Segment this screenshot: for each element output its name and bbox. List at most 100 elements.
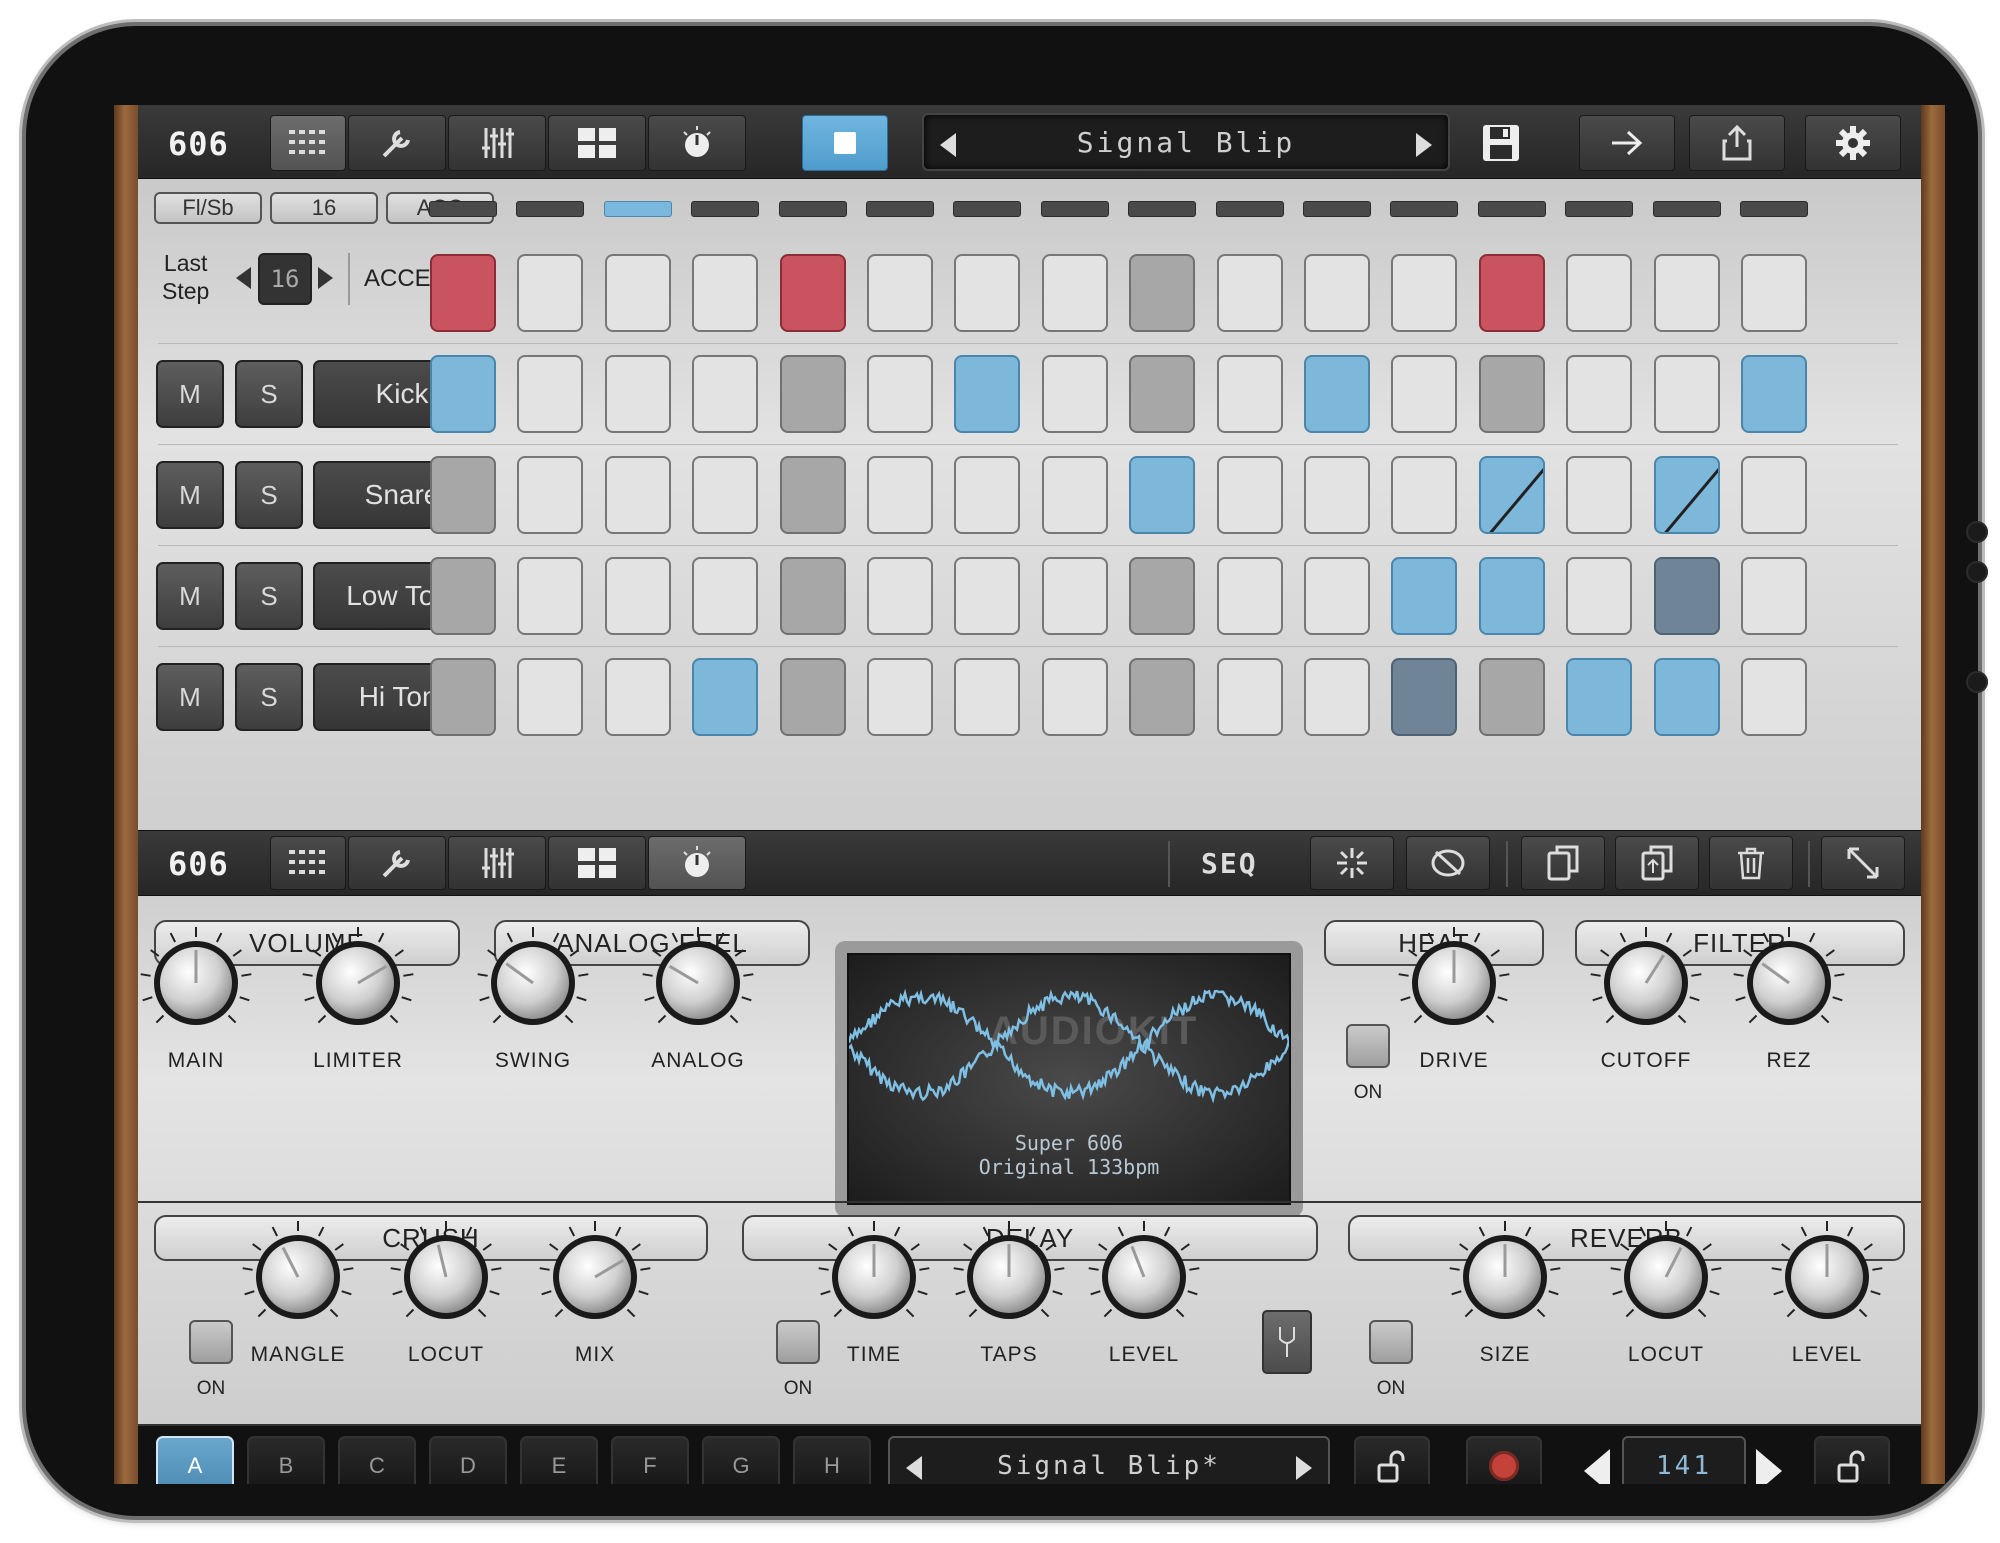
- step-button[interactable]: [779, 658, 846, 736]
- step-button[interactable]: [1566, 557, 1633, 635]
- step-button[interactable]: [1478, 658, 1545, 736]
- bottom-next-pattern-arrow[interactable]: [1296, 1456, 1312, 1480]
- crush-mangle-knob[interactable]: [239, 1218, 357, 1336]
- step-button[interactable]: [1129, 254, 1196, 332]
- step-button[interactable]: [954, 355, 1021, 433]
- clear-pattern-button[interactable]: [1406, 836, 1490, 890]
- heat-drive-knob[interactable]: [1395, 924, 1513, 1042]
- delete-button[interactable]: [1709, 836, 1793, 890]
- step-button[interactable]: [1653, 456, 1720, 534]
- prev-pattern-arrow[interactable]: [940, 133, 956, 157]
- solo-button[interactable]: S: [235, 360, 303, 428]
- step-button[interactable]: [1129, 355, 1196, 433]
- reverb-on-switch[interactable]: [1369, 1320, 1413, 1364]
- reverb-locut-knob[interactable]: [1607, 1218, 1725, 1336]
- tab-mixer[interactable]: [448, 115, 546, 171]
- step-button[interactable]: [604, 456, 671, 534]
- delay-sync-button[interactable]: [1262, 1310, 1312, 1374]
- filter-cutoff-knob[interactable]: [1587, 924, 1705, 1042]
- step-button[interactable]: [1653, 658, 1720, 736]
- step-button[interactable]: [1041, 355, 1108, 433]
- step-button[interactable]: [517, 658, 584, 736]
- step-button[interactable]: [1216, 557, 1283, 635]
- step-button[interactable]: [692, 254, 759, 332]
- step-button[interactable]: [1478, 254, 1545, 332]
- analog-analog-knob[interactable]: [639, 924, 757, 1042]
- tab-sequencer[interactable]: [270, 115, 346, 171]
- step-button[interactable]: [1741, 254, 1807, 332]
- step-button[interactable]: [1741, 658, 1807, 736]
- step-button[interactable]: [1566, 456, 1633, 534]
- step-button[interactable]: [779, 557, 846, 635]
- step-button[interactable]: [867, 456, 933, 534]
- step-button[interactable]: [954, 456, 1021, 534]
- crush-locut-knob[interactable]: [387, 1218, 505, 1336]
- save-button[interactable]: [1481, 123, 1521, 168]
- step-button[interactable]: [430, 658, 496, 736]
- step-button[interactable]: [1478, 557, 1545, 635]
- step-button[interactable]: [1216, 658, 1283, 736]
- reverb-size-knob[interactable]: [1446, 1218, 1564, 1336]
- tempo-increment[interactable]: [1756, 1449, 1782, 1484]
- step-button[interactable]: [1041, 658, 1108, 736]
- step-button[interactable]: [867, 355, 933, 433]
- step-button[interactable]: [1391, 355, 1458, 433]
- mute-button[interactable]: M: [156, 562, 224, 630]
- last-step-decrement[interactable]: [236, 267, 251, 289]
- step-button[interactable]: [604, 658, 671, 736]
- record-button[interactable]: [1466, 1436, 1542, 1484]
- step-button[interactable]: [1741, 355, 1807, 433]
- step-button[interactable]: [1391, 557, 1458, 635]
- tab-edit[interactable]: [348, 115, 446, 171]
- step-button[interactable]: [430, 557, 496, 635]
- step-button[interactable]: [1304, 456, 1370, 534]
- step-button[interactable]: [1391, 658, 1458, 736]
- step-button[interactable]: [867, 254, 933, 332]
- mute-button[interactable]: M: [156, 360, 224, 428]
- solo-button[interactable]: S: [235, 562, 303, 630]
- delay-time-knob[interactable]: [815, 1218, 933, 1336]
- solo-button[interactable]: S: [235, 461, 303, 529]
- step-button[interactable]: [1041, 456, 1108, 534]
- share-button[interactable]: [1689, 115, 1785, 171]
- step-button[interactable]: [779, 355, 846, 433]
- step-button[interactable]: [430, 456, 496, 534]
- paste-button[interactable]: [1615, 836, 1699, 890]
- step-button[interactable]: [1216, 254, 1283, 332]
- solo-button[interactable]: S: [235, 663, 303, 731]
- step-button[interactable]: [430, 254, 496, 332]
- step-button[interactable]: [779, 254, 846, 332]
- pattern-button-g[interactable]: G: [702, 1436, 780, 1484]
- bottom-prev-pattern-arrow[interactable]: [906, 1456, 922, 1480]
- step-button[interactable]: [517, 254, 584, 332]
- tab-mixer-2[interactable]: [448, 836, 546, 890]
- step-button[interactable]: [1129, 456, 1196, 534]
- analog-swing-knob[interactable]: [474, 924, 592, 1042]
- crush-mix-knob[interactable]: [536, 1218, 654, 1336]
- steps-button[interactable]: 16: [270, 192, 378, 224]
- step-button[interactable]: [1478, 355, 1545, 433]
- step-button[interactable]: [779, 456, 846, 534]
- last-step-increment[interactable]: [318, 267, 333, 289]
- pattern-lock-button[interactable]: [1354, 1436, 1430, 1484]
- step-button[interactable]: [867, 557, 933, 635]
- step-button[interactable]: [1391, 456, 1458, 534]
- step-button[interactable]: [517, 355, 584, 433]
- volume-limiter-knob[interactable]: [299, 924, 417, 1042]
- reverb-level-knob[interactable]: [1768, 1218, 1886, 1336]
- step-button[interactable]: [1391, 254, 1458, 332]
- pattern-button-a[interactable]: A: [156, 1436, 234, 1484]
- step-button[interactable]: [1129, 557, 1196, 635]
- step-button[interactable]: [1653, 557, 1720, 635]
- step-button[interactable]: [1653, 355, 1720, 433]
- tempo-lock-button[interactable]: [1814, 1436, 1890, 1484]
- delay-taps-knob[interactable]: [950, 1218, 1068, 1336]
- step-button[interactable]: [1304, 355, 1370, 433]
- tab-sequencer-2[interactable]: [270, 836, 346, 890]
- settings-button[interactable]: [1805, 115, 1901, 171]
- step-button[interactable]: [517, 456, 584, 534]
- step-button[interactable]: [954, 254, 1021, 332]
- delay-level-knob[interactable]: [1085, 1218, 1203, 1336]
- randomize-button[interactable]: [1310, 836, 1394, 890]
- step-button[interactable]: [1566, 658, 1633, 736]
